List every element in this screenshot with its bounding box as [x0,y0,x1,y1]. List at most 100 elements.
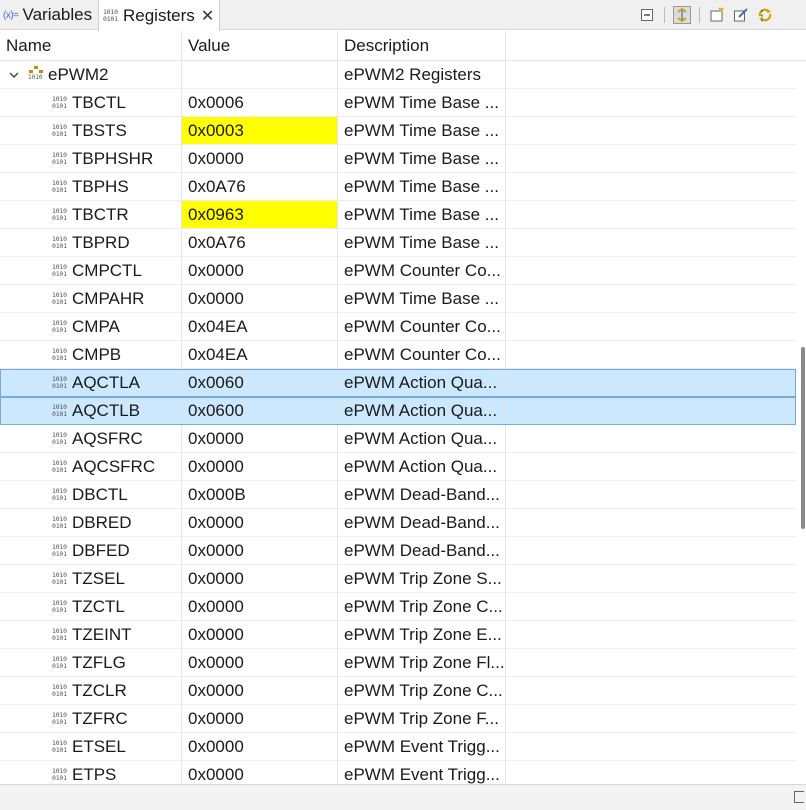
register-icon: 1010 0101 [52,710,67,726]
register-value[interactable]: 0x0000 [182,649,338,676]
register-value[interactable]: 0x0000 [182,733,338,760]
register-value[interactable]: 0x0006 [182,89,338,116]
register-value[interactable]: 0x04EA [182,313,338,340]
register-value[interactable]: 0x0000 [182,593,338,620]
register-row[interactable]: 1010 0101 DBFED 0x0000 ePWM Dead-Band... [0,537,796,565]
register-value[interactable]: 0x0000 [182,509,338,536]
register-row[interactable]: 1010 0101 TZEINT 0x0000 ePWM Trip Zone E... [0,621,796,649]
register-name-cell: 1010 0101 DBCTL [0,481,182,508]
group-row-epwm2[interactable]: 1010 ePWM2 ePWM2 Registers [0,61,796,89]
register-value[interactable]: 0x0600 [182,397,338,424]
register-row[interactable]: 1010 0101 AQCSFRC 0x0000 ePWM Action Qua... [0,453,796,481]
register-icon: 1010 0101 [52,94,67,110]
register-description: ePWM Dead-Band... [338,509,506,536]
register-description: ePWM Action Qua... [338,397,506,424]
register-row[interactable]: 1010 0101 AQCTLA 0x0060 ePWM Action Qua... [0,369,796,397]
tab-variables[interactable]: (x)= Variables [0,0,98,30]
register-icon: 1010 0101 [52,318,67,334]
chevron-down-icon[interactable] [6,69,22,81]
register-row[interactable]: 1010 0101 AQCTLB 0x0600 ePWM Action Qua... [0,397,796,425]
register-row[interactable]: 1010 0101 TZFLG 0x0000 ePWM Trip Zone Fl... [0,649,796,677]
register-value[interactable]: 0x0000 [182,537,338,564]
register-icon: 1010 0101 [52,682,67,698]
register-description: ePWM Trip Zone S... [338,565,506,592]
register-name-cell: 1010 0101 TBPHSHR [0,145,182,172]
register-row[interactable]: 1010 0101 TBSTS 0x0003 ePWM Time Base ... [0,117,796,145]
vertical-scrollbar[interactable] [796,61,806,784]
scrollbar-thumb[interactable] [801,347,805,529]
register-value[interactable]: 0x0000 [182,257,338,284]
register-row[interactable]: 1010 0101 TZFRC 0x0000 ePWM Trip Zone F... [0,705,796,733]
register-row[interactable]: 1010 0101 DBRED 0x0000 ePWM Dead-Band... [0,509,796,537]
register-value[interactable]: 0x0000 [182,761,338,784]
register-row[interactable]: 1010 0101 CMPCTL 0x0000 ePWM Counter Co... [0,257,796,285]
close-icon[interactable]: ✕ [201,6,214,26]
register-value[interactable]: 0x0003 [182,117,338,144]
register-row[interactable]: 1010 0101 TBPHS 0x0A76 ePWM Time Base ... [0,173,796,201]
register-value[interactable]: 0x0000 [182,677,338,704]
register-value[interactable]: 0x0000 [182,145,338,172]
group-description: ePWM2 Registers [338,61,506,88]
register-value[interactable]: 0x0000 [182,565,338,592]
register-icon: 1010 0101 [52,206,67,222]
register-name-cell: 1010 0101 CMPCTL [0,257,182,284]
register-value[interactable]: 0x0000 [182,285,338,312]
view-menu-icon[interactable]: ⋮ [755,0,769,30]
register-value[interactable]: 0x0000 [182,453,338,480]
register-value[interactable]: 0x0000 [182,425,338,452]
binary-icon: 1010 0101 [103,7,118,23]
register-name-cell: 1010 0101 AQCSFRC [0,453,182,480]
register-icon: 1010 0101 [52,402,67,418]
register-row[interactable]: 1010 0101 CMPA 0x04EA ePWM Counter Co... [0,313,796,341]
register-description: ePWM Action Qua... [338,425,506,452]
register-row[interactable]: 1010 0101 CMPB 0x04EA ePWM Counter Co... [0,341,796,369]
register-icon: 1010 0101 [52,430,67,446]
group-name-cell: 1010 ePWM2 [0,61,182,88]
toolbar-separator [699,7,700,23]
register-name-cell: 1010 0101 DBFED [0,537,182,564]
register-name: TBPHS [72,176,129,196]
register-row[interactable]: 1010 0101 ETSEL 0x0000 ePWM Event Trigg... [0,733,796,761]
register-row[interactable]: 1010 0101 DBCTL 0x000B ePWM Dead-Band... [0,481,796,509]
minimize-icon[interactable] [794,791,804,803]
register-tree[interactable]: 1010 ePWM2 ePWM2 Registers 1010 0101 TBCTL… [0,61,796,784]
register-icon: 1010 0101 [52,290,67,306]
register-name-cell: 1010 0101 TBSTS [0,117,182,144]
register-value[interactable]: 0x0A76 [182,173,338,200]
register-row[interactable]: 1010 0101 TBCTR 0x0963 ePWM Time Base ... [0,201,796,229]
register-value[interactable]: 0x0000 [182,705,338,732]
register-row[interactable]: 1010 0101 TBPHSHR 0x0000 ePWM Time Base ... [0,145,796,173]
register-value[interactable]: 0x000B [182,481,338,508]
register-row[interactable]: 1010 0101 TZCLR 0x0000 ePWM Trip Zone C... [0,677,796,705]
column-header-description[interactable]: Description [338,31,506,61]
register-value[interactable]: 0x0A76 [182,229,338,256]
register-name: AQCSFRC [72,456,156,476]
register-icon: 1010 0101 [52,374,67,390]
sync-icon[interactable] [673,6,691,24]
register-value[interactable]: 0x0000 [182,621,338,648]
tab-registers[interactable]: 1010 0101 Registers ✕ [98,0,220,31]
register-row[interactable]: 1010 0101 TBCTL 0x0006 ePWM Time Base ... [0,89,796,117]
new-group-icon[interactable] [708,6,726,24]
column-header-name[interactable]: Name [0,31,182,61]
edit-icon[interactable] [732,6,750,24]
register-value[interactable]: 0x0963 [182,201,338,228]
register-icon: 1010 0101 [52,542,67,558]
register-row[interactable]: 1010 0101 ETPS 0x0000 ePWM Event Trigg... [0,761,796,784]
register-name: TZCTL [72,596,125,616]
register-row[interactable]: 1010 0101 TZCTL 0x0000 ePWM Trip Zone C... [0,593,796,621]
register-icon: 1010 0101 [52,766,67,782]
register-row[interactable]: 1010 0101 CMPAHR 0x0000 ePWM Time Base ... [0,285,796,313]
register-name-cell: 1010 0101 DBRED [0,509,182,536]
register-group-icon: 1010 [28,65,44,85]
register-value[interactable]: 0x0060 [182,369,338,396]
collapse-all-icon[interactable] [638,6,656,24]
register-description: ePWM Time Base ... [338,201,506,228]
register-row[interactable]: 1010 0101 TZSEL 0x0000 ePWM Trip Zone S... [0,565,796,593]
register-row[interactable]: 1010 0101 AQSFRC 0x0000 ePWM Action Qua... [0,425,796,453]
register-description: ePWM Counter Co... [338,313,506,340]
register-value[interactable]: 0x04EA [182,341,338,368]
register-icon: 1010 0101 [52,458,67,474]
column-header-value[interactable]: Value [182,31,338,61]
register-row[interactable]: 1010 0101 TBPRD 0x0A76 ePWM Time Base ... [0,229,796,257]
